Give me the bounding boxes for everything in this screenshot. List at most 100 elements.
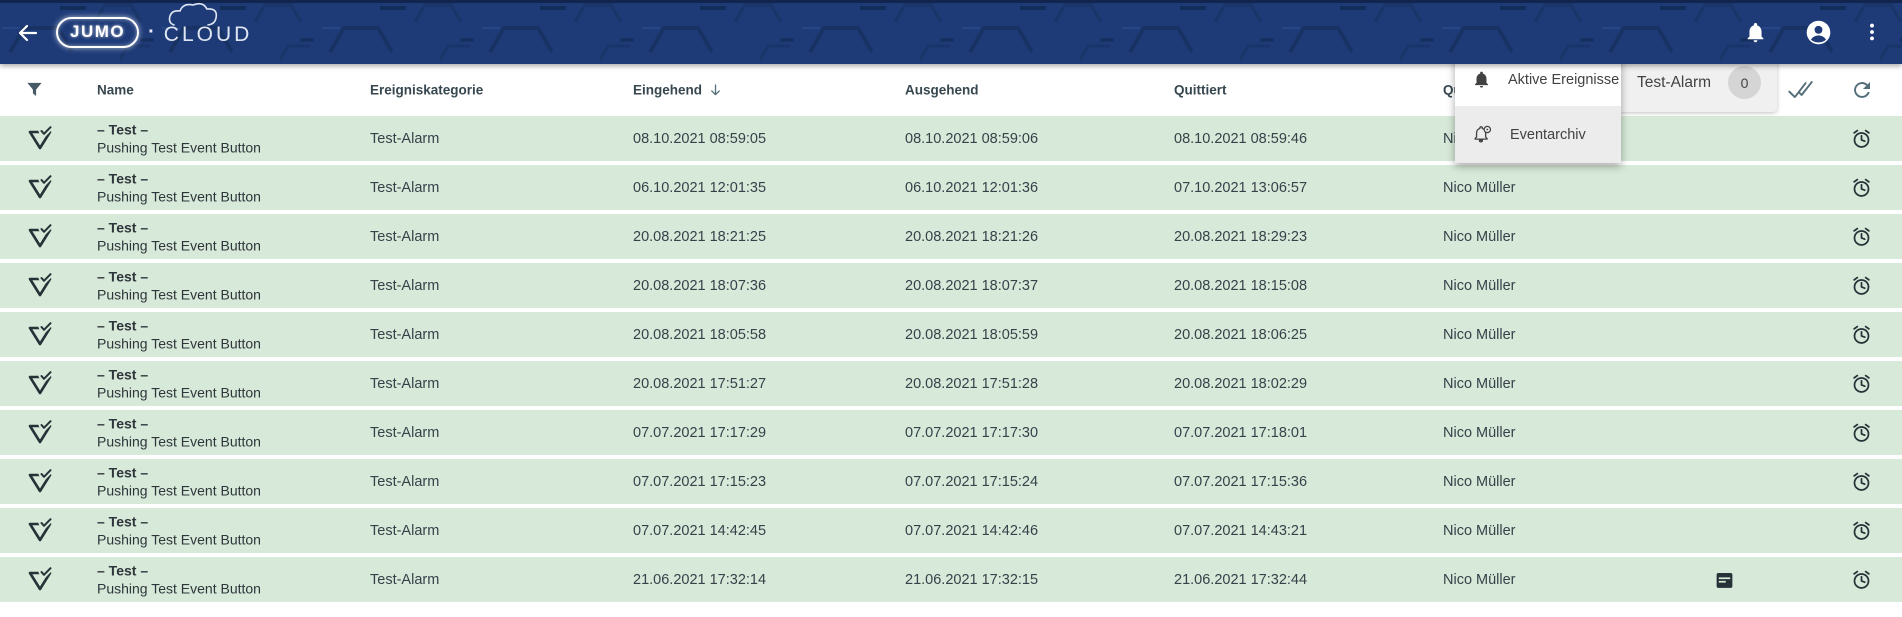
event-name-subtitle: Pushing Test Event Button (97, 433, 261, 452)
event-incoming-time: 07.07.2021 14:42:45 (633, 523, 766, 539)
alarm-acknowledged-triangle-icon (26, 371, 54, 397)
bottom-whitespace (0, 603, 1902, 617)
event-category: Test-Alarm (370, 376, 439, 392)
alarm-clock-icon[interactable] (1850, 274, 1873, 297)
event-acknowledged-by: Nico Müller (1443, 572, 1516, 588)
event-acknowledged-time: 21.06.2021 17:32:44 (1174, 572, 1307, 588)
event-outgoing-time: 20.08.2021 18:07:37 (905, 278, 1038, 294)
event-incoming-time: 21.06.2021 17:32:14 (633, 572, 766, 588)
event-acknowledged-by: Nico Müller (1443, 180, 1516, 196)
event-name-subtitle: Pushing Test Event Button (97, 580, 261, 599)
event-name-title: – Test – (97, 169, 261, 188)
jumo-logo-badge: JUMO (56, 17, 139, 48)
event-acknowledged-time: 20.08.2021 18:06:25 (1174, 327, 1307, 343)
alarm-acknowledged-triangle-icon (26, 469, 54, 495)
event-name: – Test – Pushing Test Event Button (97, 169, 261, 206)
acknowledge-all-button[interactable] (1783, 73, 1817, 107)
sort-desc-arrow-icon (708, 83, 723, 98)
table-row[interactable]: – Test – Pushing Test Event Button Test-… (0, 214, 1902, 259)
event-name: – Test – Pushing Test Event Button (97, 267, 261, 304)
event-name-subtitle: Pushing Test Event Button (97, 531, 261, 550)
back-button[interactable] (12, 17, 44, 49)
cloud-outline-icon (160, 1, 246, 27)
bell-history-icon (1472, 124, 1493, 145)
event-outgoing-time: 06.10.2021 12:01:36 (905, 180, 1038, 196)
notifications-button[interactable] (1733, 10, 1777, 54)
event-name-title: – Test – (97, 463, 261, 482)
event-name-subtitle: Pushing Test Event Button (97, 384, 261, 403)
table-row[interactable]: – Test – Pushing Test Event Button Test-… (0, 361, 1902, 406)
event-acknowledged-time: 20.08.2021 18:02:29 (1174, 376, 1307, 392)
alarm-acknowledged-triangle-icon (26, 175, 54, 201)
event-incoming-time: 08.10.2021 08:59:05 (633, 131, 766, 147)
event-name-subtitle: Pushing Test Event Button (97, 482, 261, 501)
alarm-acknowledged-triangle-icon (26, 567, 54, 593)
column-header-category[interactable]: Ereigniskategorie (370, 83, 483, 98)
jumo-cloud-logo: JUMO · CLOUD (56, 0, 252, 64)
event-incoming-time: 07.07.2021 17:15:23 (633, 474, 766, 490)
event-category: Test-Alarm (370, 572, 439, 588)
table-row[interactable]: – Test – Pushing Test Event Button Test-… (0, 410, 1902, 455)
alarm-clock-icon[interactable] (1850, 323, 1873, 346)
filter-chip-count-badge: 0 (1728, 66, 1761, 99)
table-row[interactable]: – Test – Pushing Test Event Button Test-… (0, 557, 1902, 602)
column-header-incoming[interactable]: Eingehend (633, 83, 723, 98)
event-acknowledged-by: Nico Müller (1443, 474, 1516, 490)
event-incoming-time: 20.08.2021 18:21:25 (633, 229, 766, 245)
event-name: – Test – Pushing Test Event Button (97, 316, 261, 353)
column-header-name[interactable]: Name (97, 83, 134, 98)
table-row[interactable]: – Test – Pushing Test Event Button Test-… (0, 459, 1902, 504)
event-name-subtitle: Pushing Test Event Button (97, 335, 261, 354)
table-row[interactable]: – Test – Pushing Test Event Button Test-… (0, 508, 1902, 553)
event-acknowledged-by: Nico Müller (1443, 425, 1516, 441)
event-outgoing-time: 07.07.2021 17:17:30 (905, 425, 1038, 441)
menu-item-label: Aktive Ereignisse (1508, 72, 1619, 88)
calendar-icon[interactable] (1714, 569, 1735, 590)
event-name-title: – Test – (97, 414, 261, 433)
menu-item-event-archive[interactable]: Eventarchiv (1455, 106, 1621, 163)
refresh-button[interactable] (1845, 73, 1879, 107)
event-outgoing-time: 07.07.2021 17:15:24 (905, 474, 1038, 490)
column-header-outgoing[interactable]: Ausgehend (905, 83, 979, 98)
alarm-clock-icon[interactable] (1850, 225, 1873, 248)
table-row[interactable]: – Test – Pushing Test Event Button Test-… (0, 165, 1902, 210)
event-outgoing-time: 20.08.2021 18:21:26 (905, 229, 1038, 245)
event-acknowledged-by: Nico Müller (1443, 229, 1516, 245)
column-header-incoming-label: Eingehend (633, 83, 702, 98)
event-incoming-time: 20.08.2021 17:51:27 (633, 376, 766, 392)
alarm-clock-icon[interactable] (1850, 176, 1873, 199)
event-name-subtitle: Pushing Test Event Button (97, 188, 261, 207)
column-header-acknowledged[interactable]: Quittiert (1174, 83, 1227, 98)
event-category: Test-Alarm (370, 229, 439, 245)
event-outgoing-time: 07.07.2021 14:42:46 (905, 523, 1038, 539)
top-navbar: JUMO · CLOUD (0, 0, 1902, 64)
event-category: Test-Alarm (370, 425, 439, 441)
event-category: Test-Alarm (370, 327, 439, 343)
table-row[interactable]: – Test – Pushing Test Event Button Test-… (0, 312, 1902, 357)
alarm-clock-icon[interactable] (1850, 568, 1873, 591)
event-table-body: – Test – Pushing Test Event Button Test-… (0, 116, 1902, 606)
event-name-title: – Test – (97, 512, 261, 531)
event-name-title: – Test – (97, 218, 261, 237)
event-name-title: – Test – (97, 365, 261, 384)
filter-icon[interactable] (25, 80, 44, 101)
table-row[interactable]: – Test – Pushing Test Event Button Test-… (0, 263, 1902, 308)
event-acknowledged-time: 07.07.2021 17:18:01 (1174, 425, 1307, 441)
more-options-button[interactable] (1850, 10, 1894, 54)
event-acknowledged-time: 20.08.2021 18:29:23 (1174, 229, 1307, 245)
event-incoming-time: 20.08.2021 18:05:58 (633, 327, 766, 343)
event-name-title: – Test – (97, 120, 261, 139)
alarm-clock-icon[interactable] (1850, 421, 1873, 444)
alarm-clock-icon[interactable] (1850, 127, 1873, 150)
event-outgoing-time: 20.08.2021 18:05:59 (905, 327, 1038, 343)
account-button[interactable] (1796, 10, 1840, 54)
alarm-clock-icon[interactable] (1850, 519, 1873, 542)
event-name-title: – Test – (97, 316, 261, 335)
event-outgoing-time: 08.10.2021 08:59:06 (905, 131, 1038, 147)
event-name-title: – Test – (97, 561, 261, 580)
event-outgoing-time: 21.06.2021 17:32:15 (905, 572, 1038, 588)
event-category: Test-Alarm (370, 474, 439, 490)
alarm-clock-icon[interactable] (1850, 470, 1873, 493)
alarm-clock-icon[interactable] (1850, 372, 1873, 395)
event-acknowledged-time: 07.07.2021 17:15:36 (1174, 474, 1307, 490)
